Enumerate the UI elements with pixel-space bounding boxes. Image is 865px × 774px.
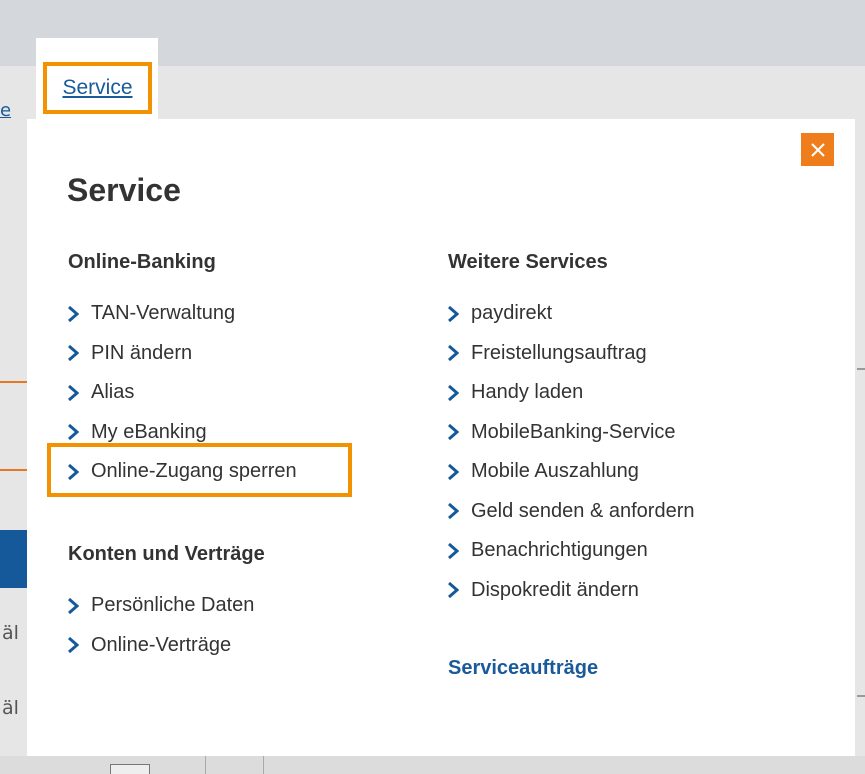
- background-divider: [857, 695, 865, 697]
- close-button[interactable]: [801, 133, 834, 166]
- background-control[interactable]: [110, 764, 150, 774]
- weitere-services-heading: Weitere Services: [448, 251, 608, 273]
- serviceauftraege-link[interactable]: Serviceaufträge: [448, 657, 598, 680]
- modal-title: Service: [67, 172, 181, 208]
- background-text-fragment: äl: [2, 622, 19, 644]
- chevron-right-icon: [447, 541, 467, 561]
- konten-list: Persönliche Daten Online-Verträge: [67, 586, 254, 665]
- link-freistellungsauftrag[interactable]: Freistellungsauftrag: [447, 334, 695, 374]
- background-divider: [205, 756, 206, 774]
- chevron-right-icon: [447, 580, 467, 600]
- link-handy-laden[interactable]: Handy laden: [447, 373, 695, 413]
- link-paydirekt[interactable]: paydirekt: [447, 294, 695, 334]
- chevron-right-icon: [67, 383, 87, 403]
- link-online-vertraege[interactable]: Online-Verträge: [67, 626, 254, 666]
- chevron-right-icon: [67, 635, 87, 655]
- service-tab-link[interactable]: Service: [43, 62, 152, 114]
- link-label: Handy laden: [471, 381, 584, 404]
- background-text-fragment: äl: [2, 697, 19, 719]
- link-mobile-auszahlung[interactable]: Mobile Auszahlung: [447, 452, 695, 492]
- background-divider: [0, 469, 28, 471]
- link-label: Geld senden & anfordern: [471, 499, 695, 522]
- link-dispokredit-aendern[interactable]: Dispokredit ändern: [447, 571, 695, 611]
- link-alias[interactable]: Alias: [67, 373, 297, 413]
- link-tan-verwaltung[interactable]: TAN-Verwaltung: [67, 294, 297, 334]
- chevron-right-icon: [447, 343, 467, 363]
- chevron-right-icon: [447, 422, 467, 442]
- chevron-right-icon: [67, 304, 87, 324]
- background-blue-panel: [0, 530, 28, 588]
- chevron-right-icon: [447, 501, 467, 521]
- link-label: My eBanking: [91, 420, 207, 443]
- link-geld-senden[interactable]: Geld senden & anfordern: [447, 492, 695, 532]
- chevron-right-icon: [447, 304, 467, 324]
- background-divider: [263, 756, 264, 774]
- close-icon: [810, 142, 825, 157]
- link-persoenliche-daten[interactable]: Persönliche Daten: [67, 586, 254, 626]
- weitere-services-list: paydirekt Freistellungsauftrag Handy lad…: [447, 294, 695, 610]
- link-mobilebanking-service[interactable]: MobileBanking-Service: [447, 413, 695, 453]
- konten-heading: Konten und Verträge: [68, 543, 265, 565]
- background-link-fragment[interactable]: e: [0, 100, 11, 121]
- link-label: Mobile Auszahlung: [471, 460, 639, 483]
- highlight-online-zugang-sperren: [47, 443, 352, 497]
- link-label: MobileBanking-Service: [471, 420, 676, 443]
- chevron-right-icon: [67, 596, 87, 616]
- link-label: TAN-Verwaltung: [91, 302, 236, 325]
- chevron-right-icon: [447, 383, 467, 403]
- link-label: paydirekt: [471, 302, 553, 325]
- link-label: PIN ändern: [91, 341, 193, 364]
- online-banking-heading: Online-Banking: [68, 251, 216, 273]
- link-pin-aendern[interactable]: PIN ändern: [67, 334, 297, 374]
- link-label: Persönliche Daten: [91, 594, 255, 617]
- chevron-right-icon: [67, 343, 87, 363]
- link-label: Benachrichtigungen: [471, 539, 648, 562]
- link-label: Freistellungsauftrag: [471, 341, 647, 364]
- link-label: Dispokredit ändern: [471, 578, 639, 601]
- background-divider: [0, 381, 28, 383]
- chevron-right-icon: [67, 422, 87, 442]
- background-divider: [857, 368, 865, 370]
- chevron-right-icon: [447, 462, 467, 482]
- link-label: Alias: [91, 381, 135, 404]
- link-benachrichtigungen[interactable]: Benachrichtigungen: [447, 531, 695, 571]
- link-label: Online-Verträge: [91, 633, 232, 656]
